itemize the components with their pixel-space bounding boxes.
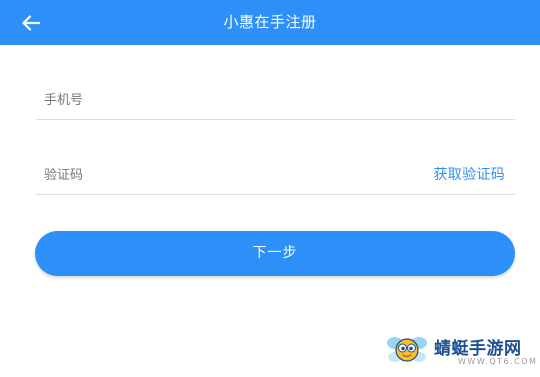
watermark-name: 蜻蜓手游网 <box>434 339 522 359</box>
page-title: 小惠在手注册 <box>223 13 317 31</box>
dragonfly-logo-icon <box>387 337 427 362</box>
register-page: 小惠在手注册 获取验证码 下一步 蜻蜓手游网 WWW.QT6.COM <box>0 0 540 377</box>
code-field: 获取验证码 <box>36 120 515 195</box>
phone-input[interactable] <box>44 81 515 119</box>
register-form: 获取验证码 <box>36 45 515 195</box>
next-step-button[interactable]: 下一步 <box>35 231 515 276</box>
watermark-domain: WWW.QT6.COM <box>458 357 538 366</box>
phone-field <box>36 45 515 120</box>
verification-code-input[interactable] <box>44 156 405 194</box>
app-bar: 小惠在手注册 <box>0 0 540 45</box>
watermark: 蜻蜓手游网 WWW.QT6.COM <box>386 331 536 371</box>
get-code-button[interactable]: 获取验证码 <box>434 156 506 194</box>
